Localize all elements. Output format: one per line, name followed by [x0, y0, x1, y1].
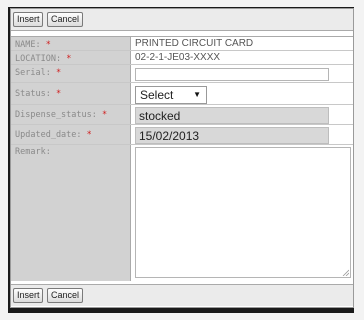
serial-label: Serial: *	[11, 65, 131, 82]
required-marker: *	[55, 89, 62, 99]
insert-button-top[interactable]: Insert	[13, 12, 43, 27]
resize-grip-icon[interactable]	[342, 269, 349, 276]
bottom-toolbar: Insert Cancel	[11, 284, 353, 306]
serial-input[interactable]	[135, 68, 329, 81]
location-value: 02-2-1-JE03-XXXX	[135, 52, 221, 63]
required-marker: *	[102, 110, 108, 120]
row-remark: Remark:	[11, 145, 353, 281]
required-marker: *	[45, 40, 51, 50]
required-marker: *	[86, 130, 92, 140]
status-label: Status: *	[11, 83, 131, 104]
required-marker: *	[66, 54, 72, 64]
remark-textarea[interactable]	[135, 147, 351, 278]
row-dispense-status: Dispense_status: * stocked	[11, 105, 353, 125]
cancel-button-bottom[interactable]: Cancel	[47, 288, 83, 303]
row-updated-date: Updated_date: * 15/02/2013	[11, 125, 353, 145]
updated-date-input[interactable]: 15/02/2013	[135, 127, 329, 144]
row-name: NAME: * PRINTED CIRCUIT CARD	[11, 37, 353, 51]
status-select[interactable]: Select one... ▼	[135, 86, 207, 118]
top-toolbar: Insert Cancel	[11, 9, 353, 31]
dispense-status-label: Dispense_status: *	[11, 105, 131, 124]
remark-label: Remark:	[11, 145, 131, 281]
form-grid: NAME: * PRINTED CIRCUIT CARD LOCATION: *…	[11, 36, 353, 281]
dispense-status-input[interactable]: stocked	[135, 107, 329, 124]
name-value: PRINTED CIRCUIT CARD	[135, 38, 254, 49]
row-location: LOCATION: * 02-2-1-JE03-XXXX	[11, 51, 353, 65]
cancel-button-top[interactable]: Cancel	[47, 12, 83, 27]
row-serial: Serial: *	[11, 65, 353, 83]
insert-button-bottom[interactable]: Insert	[13, 288, 43, 303]
chevron-down-icon: ▼	[193, 90, 201, 99]
insert-form-panel: Insert Cancel NAME: * PRINTED CIRCUIT CA…	[10, 8, 354, 308]
row-status: Status: * Select one... ▼	[11, 83, 353, 118]
required-marker: *	[55, 68, 62, 78]
name-label: NAME: *	[11, 37, 131, 50]
location-label: LOCATION: *	[11, 51, 131, 64]
updated-date-label: Updated_date: *	[11, 125, 131, 144]
